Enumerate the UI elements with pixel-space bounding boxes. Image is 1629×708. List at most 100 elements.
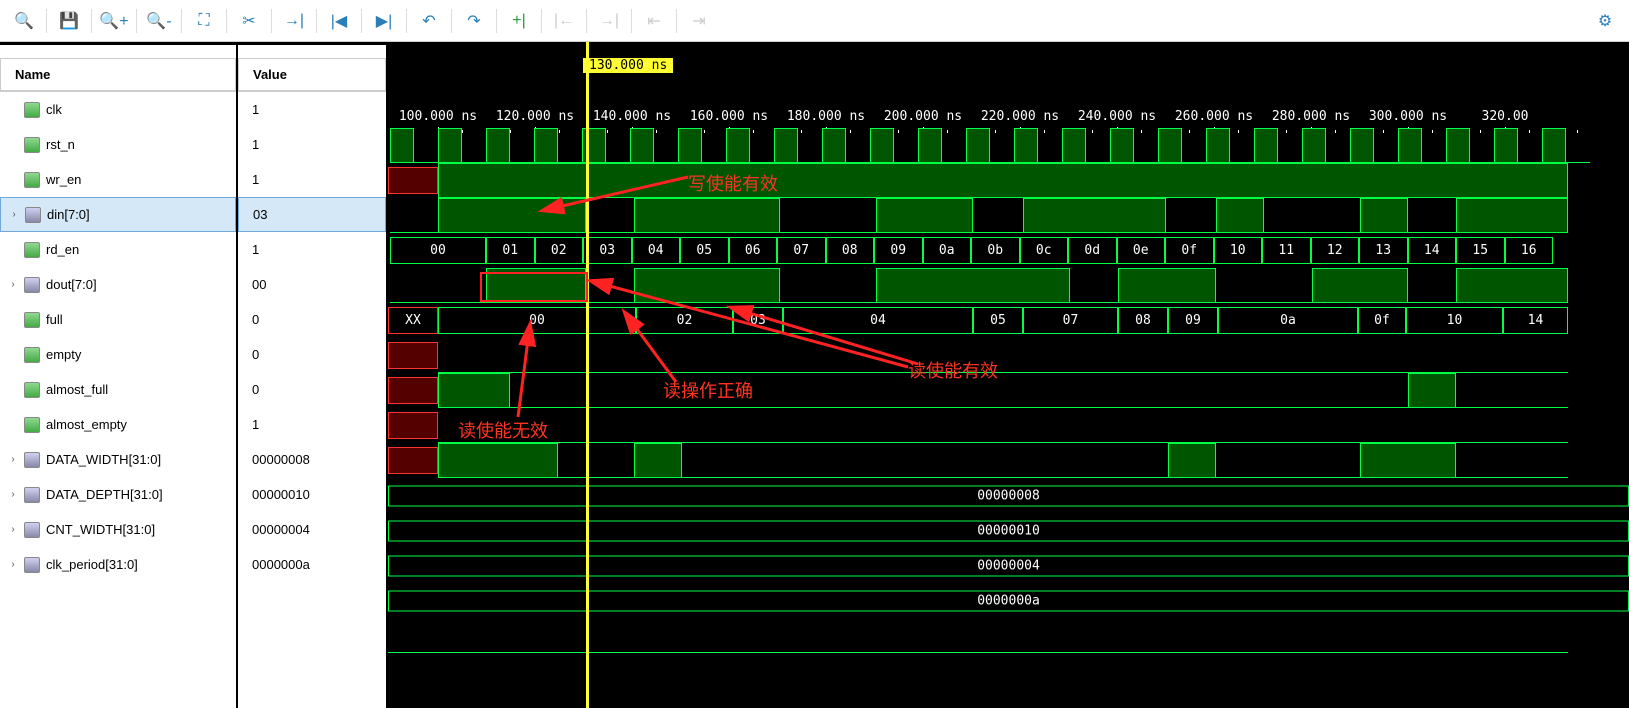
- zoom-out-icon[interactable]: 🔍-: [143, 5, 175, 37]
- value-row[interactable]: 1: [238, 92, 386, 127]
- wave-segment: [726, 128, 750, 163]
- ruler-tick-label: 200.000 ns: [884, 109, 962, 124]
- value-row[interactable]: 00: [238, 267, 386, 302]
- bus-value: 0c: [1020, 237, 1069, 264]
- bus-value: 09: [1168, 307, 1218, 334]
- zoom-in-icon[interactable]: 🔍+: [98, 5, 130, 37]
- go-end-icon[interactable]: ▶|: [368, 5, 400, 37]
- bus-value: 0e: [1117, 237, 1166, 264]
- value-row[interactable]: 00000010: [238, 477, 386, 512]
- wave-almost-empty: [388, 443, 1629, 478]
- signal-icon: [24, 102, 40, 118]
- wave-segment: [438, 443, 558, 478]
- value-row[interactable]: 1: [238, 407, 386, 442]
- bus-value: 10: [1406, 307, 1503, 334]
- wave-segment: [1216, 198, 1264, 233]
- ruler-tick-label: 180.000 ns: [787, 109, 865, 124]
- signal-icon: [24, 277, 40, 293]
- wave-segment: [870, 128, 894, 163]
- expander-icon[interactable]: ›: [6, 454, 20, 465]
- prev-edge-icon[interactable]: |←: [548, 5, 580, 37]
- signal-value: 00000008: [244, 452, 310, 467]
- value-row[interactable]: 03: [238, 197, 386, 232]
- signal-row-full[interactable]: full: [0, 302, 236, 337]
- const-value: 0000000a: [388, 590, 1629, 611]
- value-row[interactable]: 1: [238, 162, 386, 197]
- wave-segment: [630, 128, 654, 163]
- bus-value: 07: [1023, 307, 1118, 334]
- ruler-tick-label: 320.00: [1482, 109, 1529, 124]
- signal-row-DATA_DEPTH310[interactable]: › DATA_DEPTH[31:0]: [0, 477, 236, 512]
- value-row[interactable]: 0: [238, 302, 386, 337]
- value-row[interactable]: 0: [238, 337, 386, 372]
- waveform-area[interactable]: 130.000 ns 100.000 ns120.000 ns140.000 n…: [388, 42, 1629, 708]
- value-panel: Value 1110310000010000000800000010000000…: [238, 42, 388, 708]
- signal-row-dout70[interactable]: › dout[7:0]: [0, 267, 236, 302]
- signal-value: 03: [245, 207, 267, 222]
- expander-icon[interactable]: ›: [6, 489, 20, 500]
- signal-row-DATA_WIDTH310[interactable]: › DATA_WIDTH[31:0]: [0, 442, 236, 477]
- value-row[interactable]: 00000004: [238, 512, 386, 547]
- next-tran-icon[interactable]: ⇥: [683, 5, 715, 37]
- add-marker-icon[interactable]: →|: [278, 5, 310, 37]
- add-cursor-icon[interactable]: +|: [503, 5, 535, 37]
- zoom-fit-icon[interactable]: ⛶: [188, 5, 220, 37]
- wave-din: 000102030405060708090a0b0c0d0e0f10111213…: [388, 233, 1629, 268]
- bus-value: 0a: [923, 237, 972, 264]
- value-row[interactable]: 00000008: [238, 442, 386, 477]
- next-edge-icon[interactable]: →|: [593, 5, 625, 37]
- settings-icon[interactable]: ⚙: [1589, 5, 1621, 37]
- signal-row-empty[interactable]: empty: [0, 337, 236, 372]
- step-back-icon[interactable]: ↶: [413, 5, 445, 37]
- toolbar: 🔍 💾 🔍+ 🔍- ⛶ ✂ →| |◀ ▶| ↶ ↷ +| |← →| ⇤ ⇥ …: [0, 0, 1629, 42]
- save-icon[interactable]: 💾: [53, 5, 85, 37]
- signal-row-almost_full[interactable]: almost_full: [0, 372, 236, 407]
- signal-row-clk_period310[interactable]: › clk_period[31:0]: [0, 547, 236, 582]
- signal-row-rd_en[interactable]: rd_en: [0, 232, 236, 267]
- value-row[interactable]: 0000000a: [238, 547, 386, 582]
- wave-segment: [1494, 128, 1518, 163]
- wave-segment: [1312, 268, 1408, 303]
- go-start-icon[interactable]: |◀: [323, 5, 355, 37]
- signal-row-almost_empty[interactable]: almost_empty: [0, 407, 236, 442]
- bus-value: 16: [1505, 237, 1554, 264]
- expander-icon[interactable]: ›: [7, 209, 21, 220]
- signal-value: 00: [244, 277, 266, 292]
- bus-value: 0f: [1358, 307, 1406, 334]
- time-ruler[interactable]: 100.000 ns120.000 ns140.000 ns160.000 ns…: [388, 88, 1629, 128]
- name-panel: Name clk rst_n wr_en› din[7:0] rd_en› do…: [0, 42, 238, 708]
- bus-value: 05: [973, 307, 1023, 334]
- signal-name: DATA_DEPTH[31:0]: [44, 487, 163, 502]
- signal-row-wr_en[interactable]: wr_en: [0, 162, 236, 197]
- const-value: 00000010: [388, 520, 1629, 541]
- search-icon[interactable]: 🔍: [8, 5, 40, 37]
- signal-row-clk[interactable]: clk: [0, 92, 236, 127]
- const-value: 00000008: [388, 485, 1629, 506]
- value-row[interactable]: 1: [238, 127, 386, 162]
- cut-cursor-icon[interactable]: ✂: [233, 5, 265, 37]
- bus-value: 10: [1214, 237, 1263, 264]
- wave-segment: [1446, 128, 1470, 163]
- bus-value: 0f: [1165, 237, 1214, 264]
- signal-row-CNT_WIDTH310[interactable]: › CNT_WIDTH[31:0]: [0, 512, 236, 547]
- expander-icon[interactable]: ›: [6, 559, 20, 570]
- signal-row-rst_n[interactable]: rst_n: [0, 127, 236, 162]
- wave-segment: [534, 128, 558, 163]
- bus-value: 03: [583, 237, 632, 264]
- ruler-tick-label: 300.000 ns: [1369, 109, 1447, 124]
- ruler-tick-label: 100.000 ns: [399, 109, 477, 124]
- signal-value: 1: [244, 102, 259, 117]
- value-row[interactable]: 0: [238, 372, 386, 407]
- expander-icon[interactable]: ›: [6, 524, 20, 535]
- signal-icon: [24, 452, 40, 468]
- signal-row-din70[interactable]: › din[7:0]: [0, 197, 236, 232]
- value-row[interactable]: 1: [238, 232, 386, 267]
- signal-icon: [25, 207, 41, 223]
- cursor-line[interactable]: [586, 42, 589, 708]
- prev-tran-icon[interactable]: ⇤: [638, 5, 670, 37]
- wave-segment: [1023, 198, 1166, 233]
- annot-rd-en-invalid: 读使能无效: [458, 417, 548, 443]
- step-fwd-icon[interactable]: ↷: [458, 5, 490, 37]
- name-header: Name: [0, 58, 236, 92]
- expander-icon[interactable]: ›: [6, 279, 20, 290]
